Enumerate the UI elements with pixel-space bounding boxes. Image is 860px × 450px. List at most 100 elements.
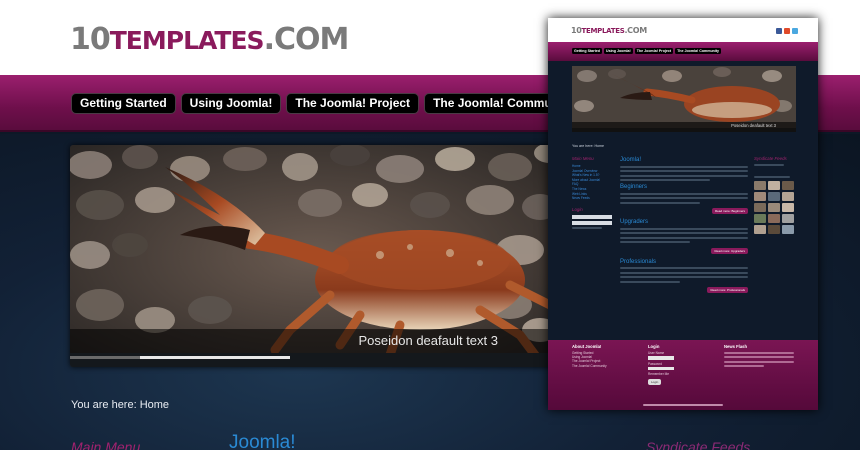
preview-photo (754, 214, 766, 223)
facebook-icon (776, 28, 782, 34)
preview-caption: Poseidon deafault text 3 (731, 122, 776, 128)
preview-photo (754, 192, 766, 201)
nav-using-joomla[interactable]: Using Joomla! (180, 93, 282, 114)
slideshow[interactable]: Poseidon deafault text 3 (70, 145, 560, 367)
preview-menu-item: News Feeds (572, 196, 590, 201)
logo-word: TEMPLATES (109, 26, 265, 55)
preview-text-line (620, 165, 748, 168)
preview-text-line (620, 170, 748, 172)
preview-main-column: Joomla! Beginners Read more: Beginners U… (620, 154, 748, 295)
preview-footer-input (648, 356, 674, 360)
syndicate-heading: Syndicate Feeds (646, 439, 751, 450)
preview-text-line (620, 236, 748, 239)
preview-footer-label: Remember Me (648, 372, 670, 377)
progress-segment-active (140, 356, 290, 359)
preview-photo (782, 192, 794, 201)
preview-social-icons (776, 28, 798, 34)
twitter-icon (792, 28, 798, 34)
slideshow-caption: Poseidon deafault text 3 (358, 333, 499, 348)
joomla-heading[interactable]: Joomla! (229, 432, 296, 450)
preview-footer-link: The Joomla! Community (572, 363, 607, 368)
preview-main-menu-heading: Main Menu (572, 156, 594, 161)
preview-photo (754, 203, 766, 212)
logo-tld: .COM (263, 22, 350, 57)
preview-login-heading: Login (572, 206, 583, 212)
preview-upgraders-heading: Upgraders (620, 219, 649, 225)
preview-text-line (620, 174, 748, 177)
preview-slideshow: Poseidon deafault text 3 (572, 66, 796, 132)
preview-copyright (548, 404, 818, 406)
preview-text-line (620, 276, 748, 278)
preview-photo (782, 203, 794, 212)
preview-text-line (620, 227, 748, 230)
preview-footer-about: About Joomla! Getting Started Using Joom… (572, 344, 607, 368)
preview-photo (768, 203, 780, 212)
preview-photo (782, 214, 794, 223)
logo-number: 10 (70, 22, 111, 57)
preview-photo (782, 225, 794, 234)
preview-login-input (572, 220, 612, 225)
preview-text-line (620, 280, 680, 283)
preview-text-line (620, 197, 748, 199)
nav-getting-started[interactable]: Getting Started (71, 93, 176, 114)
preview-footer-heading: About Joomla! (572, 344, 602, 349)
preview-text-line (620, 232, 748, 234)
site-logo[interactable]: 10TEMPLATES.COM (70, 22, 350, 57)
preview-photo (768, 181, 780, 190)
preview-professionals-heading: Professionals (620, 258, 657, 265)
preview-text-line (620, 192, 748, 195)
preview-text-line (724, 356, 794, 358)
preview-photo (768, 214, 780, 223)
preview-photo (768, 192, 780, 201)
preview-right-column: Syndicate Feeds (754, 156, 798, 234)
slideshow-caption-bar: Poseidon deafault text 3 (70, 329, 560, 353)
preview-text-line (620, 179, 710, 181)
preview-breadcrumb: You are here: Home (572, 144, 605, 148)
preview-logo-number: 10 (571, 26, 582, 35)
main-menu-heading: Main Menu (71, 439, 141, 450)
preview-photo-grid (754, 181, 798, 234)
main-nav: Getting Started Using Joomla! The Joomla… (71, 93, 583, 114)
preview-nav-item: The Joomla! Community (675, 48, 722, 54)
progress-segment (70, 356, 140, 359)
preview-text-line (620, 201, 700, 204)
preview-footer-login: Login User Name Password Remember Me Log… (648, 344, 674, 387)
preview-text-line (620, 267, 748, 269)
preview-text-line (724, 360, 794, 363)
preview-footer-login-button: Login (648, 378, 662, 385)
preview-logo-word: TEMPLATES (581, 27, 625, 35)
preview-footer-news: News Flash (724, 344, 794, 370)
preview-read-more-button: Read more: Beginners (711, 208, 748, 214)
preview-left-column: Main Menu Home Joomla! Overview What's N… (572, 156, 614, 232)
breadcrumb: You are here: Home (71, 399, 170, 411)
preview-footer-heading: News Flash (724, 344, 748, 349)
preview-footer-heading: Login (648, 344, 660, 349)
preview-text-line (572, 227, 602, 230)
preview-syndicate-heading: Syndicate Feeds (754, 156, 787, 161)
nav-joomla-project[interactable]: The Joomla! Project (286, 93, 420, 114)
preview-joomla-heading: Joomla! (620, 157, 642, 163)
preview-text-line (643, 404, 723, 406)
preview-footer-label: Password (648, 361, 662, 366)
preview-photo (768, 225, 780, 234)
preview-read-more-button: Read more: Professionals (707, 287, 748, 293)
preview-login-input (572, 214, 612, 219)
preview-nav: Getting Started Using Joomla! The Joomla… (572, 48, 722, 54)
preview-photo (754, 225, 766, 234)
preview-text-line (724, 351, 794, 354)
template-preview: 10TEMPLATES.COM Getting Started Using Jo… (548, 18, 818, 410)
preview-text-line (754, 176, 790, 178)
preview-read-more-button: Read more: Upgraders (711, 247, 748, 254)
preview-text-line (620, 241, 690, 243)
slideshow-progress (70, 353, 560, 367)
preview-progress (572, 128, 796, 132)
preview-footer-label: User Name (648, 351, 665, 355)
preview-nav-item: The Joomla! Project (634, 48, 674, 54)
preview-text-line (754, 164, 784, 166)
preview-beginners-heading: Beginners (620, 184, 648, 190)
preview-text-line (620, 271, 748, 274)
preview-photo (782, 181, 794, 190)
preview-logo: 10TEMPLATES.COM (571, 26, 647, 35)
preview-text-line (724, 365, 764, 367)
preview-photo (754, 181, 766, 190)
